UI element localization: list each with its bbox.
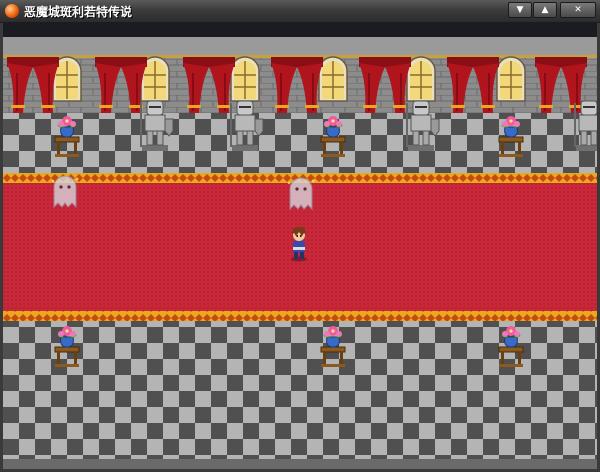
close-button[interactable]: ✕ bbox=[560, 2, 596, 18]
carpet-bottom-border bbox=[3, 311, 597, 321]
game-window: 恶魔城斑利若特传说 ▼ ▲ ✕ bbox=[0, 0, 600, 472]
arched-window-icon bbox=[406, 56, 436, 102]
top-dark-strip bbox=[3, 23, 597, 37]
arched-window-icon bbox=[318, 56, 348, 102]
ghost-icon[interactable] bbox=[287, 177, 315, 211]
title-bar[interactable]: 恶魔城斑利若特传说 ▼ ▲ ✕ bbox=[0, 0, 600, 23]
floor-bottom-edge bbox=[3, 459, 597, 469]
castle-hall-scene bbox=[3, 23, 597, 469]
app-icon[interactable] bbox=[5, 4, 19, 18]
window-title: 恶魔城斑利若特传说 bbox=[24, 5, 133, 19]
game-viewport[interactable] bbox=[3, 23, 597, 469]
maximize-button[interactable]: ▲ bbox=[533, 2, 557, 18]
arched-window-icon bbox=[230, 56, 260, 102]
ceiling-ledge bbox=[3, 37, 597, 57]
arched-window-icon bbox=[496, 56, 526, 102]
ghost-icon[interactable] bbox=[51, 175, 79, 209]
minimize-button[interactable]: ▼ bbox=[508, 2, 532, 18]
